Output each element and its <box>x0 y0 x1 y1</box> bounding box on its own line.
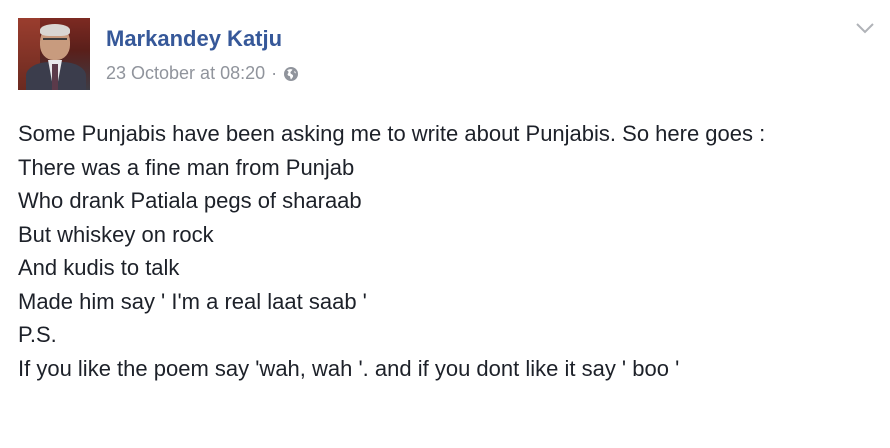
post-text: Some Punjabis have been asking me to wri… <box>18 117 876 385</box>
post-line: But whiskey on rock <box>18 221 214 247</box>
author-name-link[interactable]: Markandey Katju <box>106 26 282 52</box>
post-timestamp-link[interactable]: 23 October at 08:20 <box>106 63 265 84</box>
post-line: Who drank Patiala pegs of sharaab <box>18 188 362 213</box>
avatar-hair <box>40 24 70 36</box>
post-line: And kudis to talk <box>18 255 180 280</box>
facebook-post: Markandey Katju 23 October at 08:20 · So… <box>0 0 890 448</box>
post-line: Some Punjabis have been asking me to wri… <box>18 121 766 146</box>
avatar-glasses <box>43 38 67 45</box>
avatar-tie <box>52 64 58 90</box>
post-line: P.S. <box>18 322 57 347</box>
globe-icon[interactable] <box>283 66 299 82</box>
post-line: If you like the poem say 'wah, wah '. an… <box>18 355 680 381</box>
meta-separator: · <box>271 63 278 83</box>
post-meta: 23 October at 08:20 · <box>106 63 299 84</box>
post-line: Made him say ' I'm a real laat saab ' <box>18 288 367 314</box>
chevron-down-icon[interactable] <box>854 20 876 36</box>
post-line: There was a fine man from Punjab <box>18 154 355 180</box>
avatar[interactable] <box>18 18 90 90</box>
